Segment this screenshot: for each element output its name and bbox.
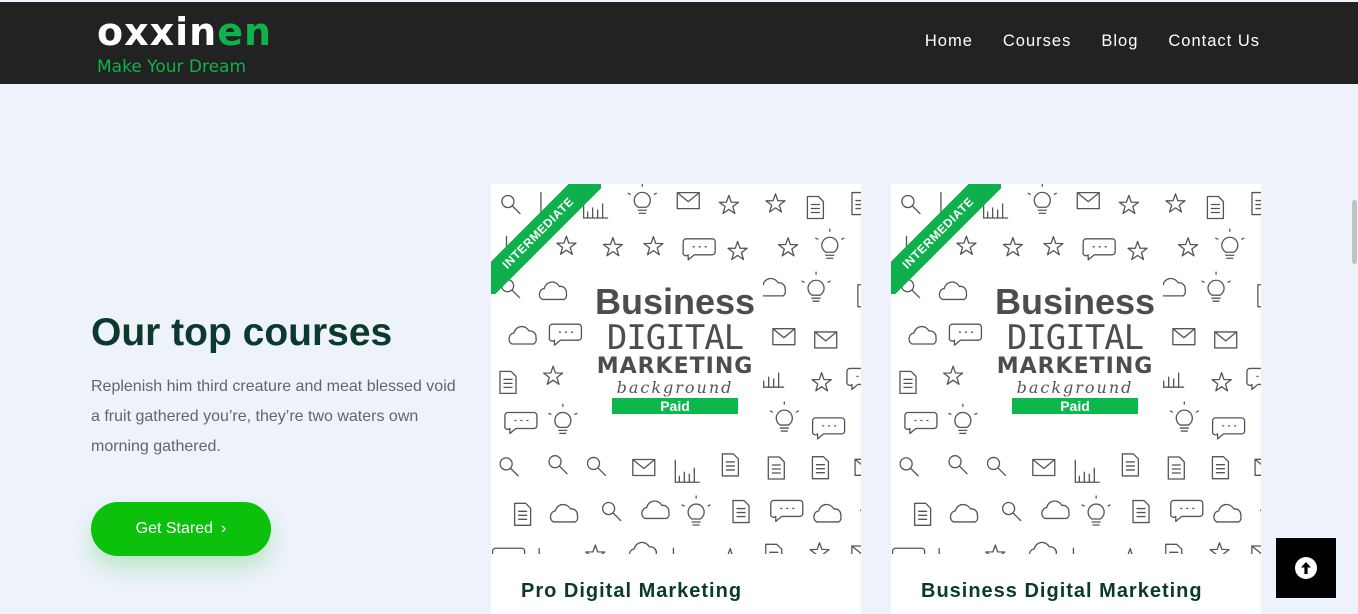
- course-card[interactable]: Business DIGITAL MARKETING background Pa…: [491, 184, 861, 614]
- poster-business: Business: [594, 281, 756, 322]
- logo[interactable]: oxxinen: [97, 10, 272, 54]
- level-badge: INTERMEDIATE: [891, 184, 1001, 294]
- nav-courses[interactable]: Courses: [1003, 32, 1071, 51]
- course-title[interactable]: Pro Digital Marketing: [521, 580, 742, 603]
- course-card[interactable]: Business DIGITAL MARKETING background Pa…: [891, 184, 1261, 614]
- poster-digital: DIGITAL: [1006, 318, 1144, 358]
- arrow-up-circle-icon: [1295, 557, 1317, 579]
- poster-paid: Paid: [612, 398, 738, 414]
- level-ribbon: INTERMEDIATE: [491, 184, 601, 294]
- poster-background: background: [616, 378, 734, 397]
- course-title[interactable]: Business Digital Marketing: [921, 580, 1203, 603]
- logo-text-accent: en: [217, 10, 273, 54]
- course-image[interactable]: Business DIGITAL MARKETING background Pa…: [491, 184, 861, 554]
- logo-text-main: oxxin: [97, 10, 218, 54]
- course-poster: Business DIGITAL MARKETING background Pa…: [587, 276, 763, 436]
- section-title: Our top courses: [91, 311, 393, 354]
- level-badge: INTERMEDIATE: [491, 184, 601, 294]
- tagline: Make Your Dream: [97, 57, 247, 77]
- get-started-button[interactable]: Get Stared ›: [91, 502, 271, 556]
- scrollbar-thumb[interactable]: [1352, 200, 1357, 264]
- main-nav: Home Courses Blog Contact Us: [925, 32, 1260, 51]
- poster-marketing: MARKETING: [996, 354, 1154, 379]
- back-to-top-button[interactable]: [1276, 538, 1336, 598]
- poster-paid: Paid: [1012, 398, 1138, 414]
- poster-business: Business: [994, 281, 1156, 322]
- nav-contact[interactable]: Contact Us: [1168, 32, 1260, 51]
- poster-digital: DIGITAL: [606, 318, 744, 358]
- get-started-label: Get Stared: [135, 520, 214, 537]
- site-header: oxxinen Make Your Dream Home Courses Blo…: [0, 2, 1358, 84]
- nav-home[interactable]: Home: [925, 32, 973, 51]
- course-poster: Business DIGITAL MARKETING background Pa…: [987, 276, 1163, 436]
- poster-background: background: [1016, 378, 1134, 397]
- nav-blog[interactable]: Blog: [1101, 32, 1138, 51]
- course-image[interactable]: Business DIGITAL MARKETING background Pa…: [891, 184, 1261, 554]
- level-ribbon: INTERMEDIATE: [891, 184, 1001, 294]
- chevron-right-icon: ›: [221, 520, 227, 537]
- section-description: Replenish him third creature and meat bl…: [91, 378, 456, 455]
- poster-marketing: MARKETING: [596, 354, 754, 379]
